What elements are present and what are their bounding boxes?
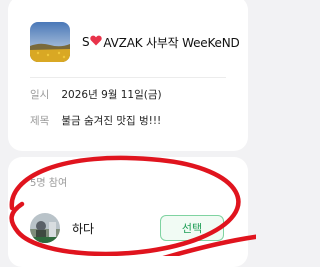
sunset-field-photo-icon <box>30 22 70 62</box>
event-title-suffix: AVZAK 사부작 WeeKeND <box>103 35 240 50</box>
event-title-prefix: S <box>82 35 90 49</box>
event-date-row: 일시 2026년 9월 11일(금) <box>30 87 162 102</box>
event-subject-value: 불금 숨겨진 맛집 벙!!! <box>61 115 162 127</box>
participants-card: 5명 참여 하다 선택 <box>8 157 248 267</box>
heart-icon <box>90 35 103 49</box>
event-card: S AVZAK 사부작 WeeKeND 일시 2026년 9월 11일(금) 제… <box>8 0 248 151</box>
event-subject-label: 제목 <box>30 115 50 127</box>
participant-count: 5명 참여 <box>30 178 68 189</box>
event-subject-row: 제목 불금 숨겨진 맛집 벙!!! <box>30 113 161 128</box>
participant-name: 하다 <box>72 221 95 236</box>
event-date-label: 일시 <box>30 89 50 101</box>
profile-photo-icon[interactable] <box>30 213 60 243</box>
participant-row[interactable]: 하다 선택 <box>30 213 234 243</box>
select-button[interactable]: 선택 <box>160 215 224 241</box>
event-header: S AVZAK 사부작 WeeKeND <box>30 22 240 62</box>
divider <box>30 77 226 78</box>
event-date-value: 2026년 9월 11일(금) <box>61 89 162 101</box>
event-title: S AVZAK 사부작 WeeKeND <box>82 34 240 51</box>
